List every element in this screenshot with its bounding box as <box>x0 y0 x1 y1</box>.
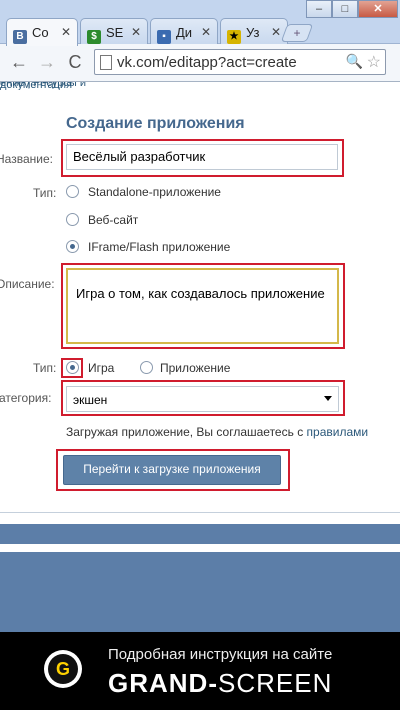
category-label: Категория: <box>0 391 52 405</box>
footer-banner: G Подробная инструкция на сайте GRAND-SC… <box>0 632 400 710</box>
kind-label: Тип: <box>33 361 57 375</box>
page-content: ение | Ресурсы и документация Создание п… <box>0 82 400 522</box>
star-icon[interactable]: ☆ <box>367 52 381 72</box>
zoom-icon[interactable]: 🔍 <box>346 53 363 70</box>
tab-dialog[interactable]: ▪ Ди ✕ <box>150 18 218 45</box>
tab-bookmark[interactable]: ★ Уз ✕ <box>220 18 288 45</box>
tab-label: Уз <box>246 25 260 40</box>
minimize-icon: – <box>315 3 323 15</box>
brand-bold: GRAND- <box>108 668 218 698</box>
radio-application[interactable] <box>140 361 153 374</box>
forward-arrow-icon: → <box>38 52 56 72</box>
page-title: Создание приложения <box>66 115 245 132</box>
grand-screen-logo: G <box>44 650 82 688</box>
type-label: Тип: <box>33 186 57 200</box>
option-game[interactable]: Игра <box>88 361 114 375</box>
chat-icon: ▪ <box>157 30 171 44</box>
tab-label: Ди <box>176 25 193 40</box>
close-tab-icon[interactable]: ✕ <box>131 25 141 39</box>
radio-website[interactable] <box>66 213 79 226</box>
close-icon: ✕ <box>373 3 383 15</box>
browser-toolbar: ← → C vk.com/editapp?act=create 🔍 ☆ <box>0 44 400 82</box>
tab-vk[interactable]: B Со ✕ <box>6 18 78 46</box>
chevron-down-icon <box>324 396 332 401</box>
name-label: Название: <box>0 152 53 166</box>
category-value: экшен <box>73 393 108 407</box>
forward-button[interactable]: → <box>36 50 58 74</box>
radio-standalone[interactable] <box>66 185 79 198</box>
terms-text: Загружая приложение, Вы соглашаетесь с <box>66 425 304 439</box>
terms-link[interactable]: правилами <box>307 425 369 439</box>
logo-letter: G <box>48 654 78 684</box>
plus-icon: + <box>293 26 301 40</box>
maximize-icon: □ <box>341 3 349 15</box>
divider <box>0 512 400 513</box>
minimize-button[interactable]: – <box>306 0 332 18</box>
page-band <box>0 524 400 544</box>
description-label: Описание: <box>0 277 55 291</box>
breadcrumb: ение | Ресурсы и документация <box>0 82 140 90</box>
category-select[interactable]: экшен <box>66 386 339 412</box>
footer-brand: GRAND-SCREEN <box>108 668 332 699</box>
vk-icon: B <box>13 30 27 44</box>
seo-icon: $ <box>87 30 101 44</box>
brand-rest: SCREEN <box>218 668 333 698</box>
tab-label: SE <box>106 25 124 40</box>
new-tab-button[interactable]: + <box>280 24 314 42</box>
tab-seo[interactable]: $ SE ✕ <box>80 18 148 45</box>
radio-iframe[interactable] <box>66 240 79 253</box>
terms-note: Загружая приложение, Вы соглашаетесь с п… <box>66 425 368 439</box>
reload-icon: C <box>68 52 82 72</box>
close-tab-icon[interactable]: ✕ <box>201 25 211 39</box>
maximize-button[interactable]: □ <box>332 0 358 18</box>
address-url: vk.com/editapp?act=create <box>117 54 297 71</box>
page-icon <box>100 55 112 70</box>
option-standalone[interactable]: Standalone-приложение <box>88 185 221 199</box>
browser-titlebar: B Со ✕ $ SE ✕ ▪ Ди ✕ ★ Уз ✕ + – □ ✕ <box>0 0 400 46</box>
option-application[interactable]: Приложение <box>160 361 230 375</box>
close-tab-icon[interactable]: ✕ <box>61 25 71 39</box>
upload-button[interactable]: Перейти к загрузке приложения <box>63 455 281 485</box>
back-arrow-icon: ← <box>10 52 28 72</box>
option-iframe[interactable]: IFrame/Flash приложение <box>88 240 230 254</box>
app-name-input[interactable]: Весёлый разработчик <box>66 144 338 170</box>
bookmark-icon: ★ <box>227 30 241 44</box>
address-bar[interactable]: vk.com/editapp?act=create 🔍 ☆ <box>94 49 386 75</box>
close-window-button[interactable]: ✕ <box>358 0 398 18</box>
page-band <box>0 552 400 632</box>
reload-button[interactable]: C <box>64 50 86 74</box>
back-button[interactable]: ← <box>8 50 30 74</box>
breadcrumb-text[interactable]: ение | Ресурсы и документация <box>0 82 86 90</box>
close-tab-icon[interactable]: ✕ <box>271 25 281 39</box>
tab-label: Со <box>32 25 49 40</box>
radio-game[interactable] <box>66 361 79 374</box>
description-textarea[interactable]: Игра о том, как создавалось приложение <box>66 268 339 344</box>
option-website[interactable]: Веб-сайт <box>88 213 138 227</box>
footer-caption: Подробная инструкция на сайте <box>108 646 333 663</box>
